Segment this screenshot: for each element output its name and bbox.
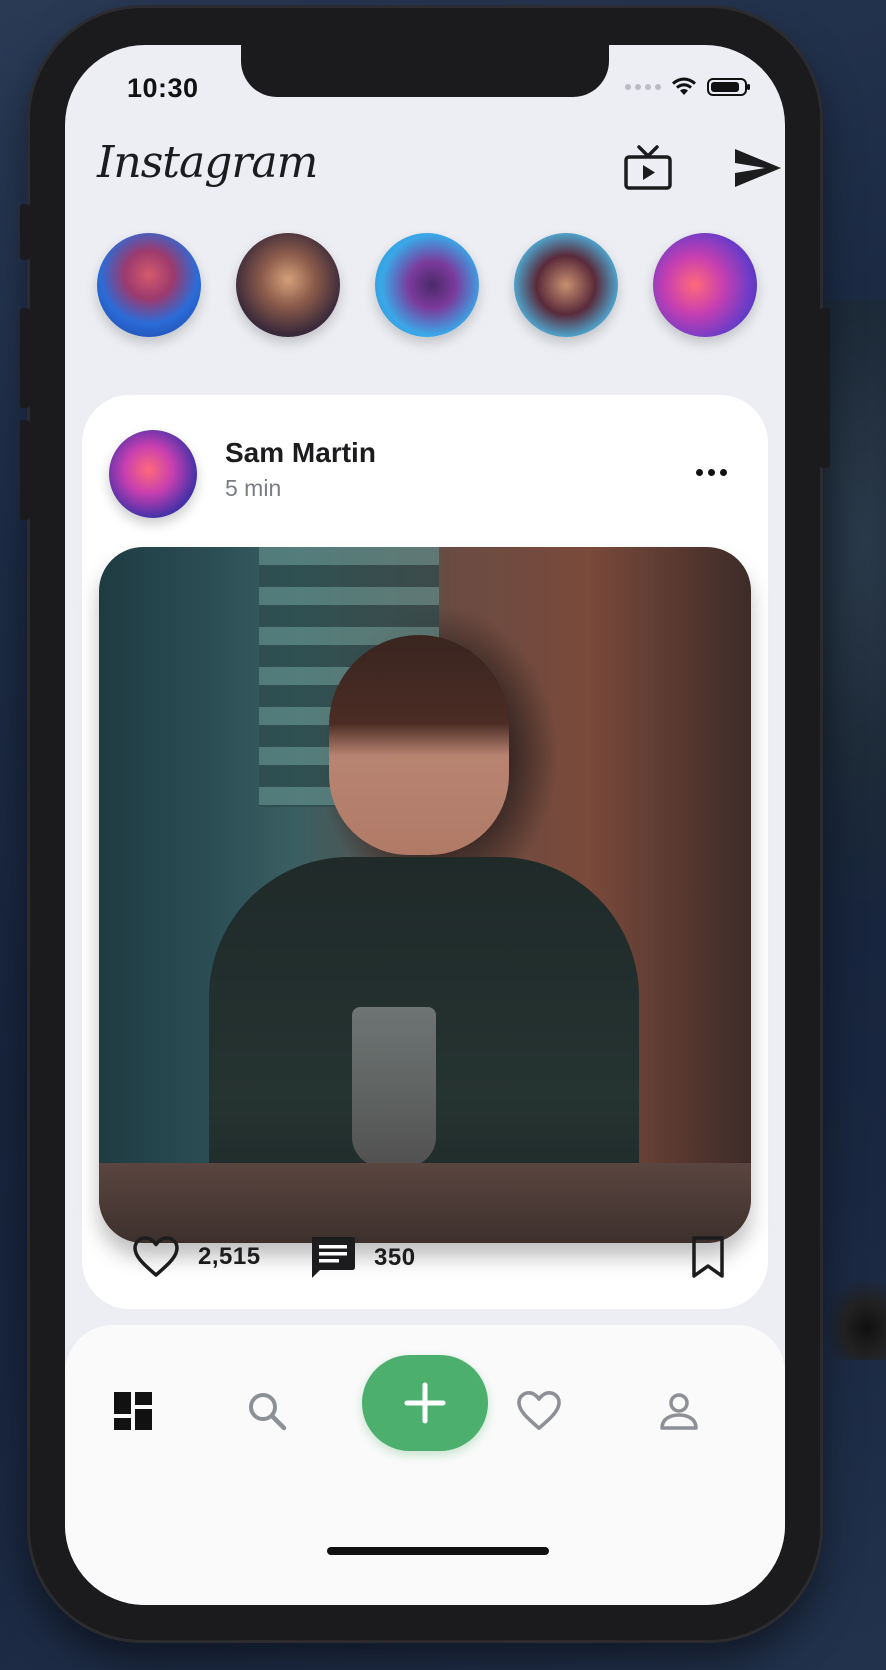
home-indicator[interactable] (327, 1547, 549, 1555)
comment-icon (312, 1237, 355, 1278)
like-count: 2,515 (198, 1243, 261, 1270)
stories-row (97, 233, 757, 337)
phone-frame: 10:30 Instagram Sam Martin 5 min 2,515 3… (20, 8, 830, 1640)
signal-icon (625, 84, 661, 90)
more-dot-icon (720, 469, 727, 476)
add-post-button[interactable] (362, 1355, 488, 1451)
nav-profile[interactable] (651, 1383, 707, 1439)
post-card: Sam Martin 5 min 2,515 350 (82, 395, 768, 1309)
send-icon[interactable] (733, 145, 783, 196)
post-photo[interactable] (99, 547, 751, 1243)
comment-button[interactable]: 350 (308, 1235, 416, 1281)
wifi-icon (672, 77, 696, 95)
power-button (820, 308, 830, 468)
nav-search[interactable] (239, 1383, 295, 1439)
photo-subject-head (329, 635, 509, 855)
comment-count: 350 (374, 1244, 416, 1271)
story-avatar-1[interactable] (97, 233, 201, 337)
post-author-name[interactable]: Sam Martin (225, 437, 376, 469)
like-button[interactable]: 2,515 (132, 1235, 261, 1279)
bookmark-icon (692, 1236, 724, 1278)
notch (241, 45, 609, 97)
volume-up-button (20, 308, 30, 408)
heart-icon (517, 1391, 561, 1430)
status-time: 10:30 (127, 73, 199, 103)
story-avatar-2[interactable] (236, 233, 340, 337)
more-dot-icon (708, 469, 715, 476)
story-avatar-3[interactable] (375, 233, 479, 337)
post-time-ago: 5 min (225, 475, 282, 501)
photo-glass (352, 1007, 436, 1167)
status-indicators (625, 77, 750, 97)
plus-icon (404, 1382, 446, 1424)
volume-down-button (20, 420, 30, 520)
more-options-button[interactable] (690, 463, 733, 482)
background-rock-small (826, 1280, 886, 1360)
bookmark-button[interactable] (690, 1235, 726, 1279)
heart-icon (133, 1236, 179, 1277)
post-author-avatar[interactable] (109, 430, 197, 518)
dashboard-icon (114, 1392, 152, 1430)
story-avatar-4[interactable] (514, 233, 618, 337)
app-logo: Instagram (97, 137, 318, 188)
photo-table (99, 1163, 751, 1243)
nav-dashboard[interactable] (105, 1383, 161, 1439)
more-dot-icon (696, 469, 703, 476)
story-avatar-5[interactable] (653, 233, 757, 337)
bottom-nav-bar (65, 1325, 785, 1605)
profile-icon (660, 1393, 698, 1430)
nav-favorites[interactable] (511, 1383, 567, 1439)
battery-icon (707, 78, 750, 96)
post-actions: 2,515 350 (132, 1235, 728, 1289)
app-screen: 10:30 Instagram Sam Martin 5 min 2,515 3… (65, 45, 785, 1605)
tv-icon[interactable] (623, 145, 673, 196)
search-icon (249, 1393, 287, 1431)
mute-switch (20, 204, 30, 260)
